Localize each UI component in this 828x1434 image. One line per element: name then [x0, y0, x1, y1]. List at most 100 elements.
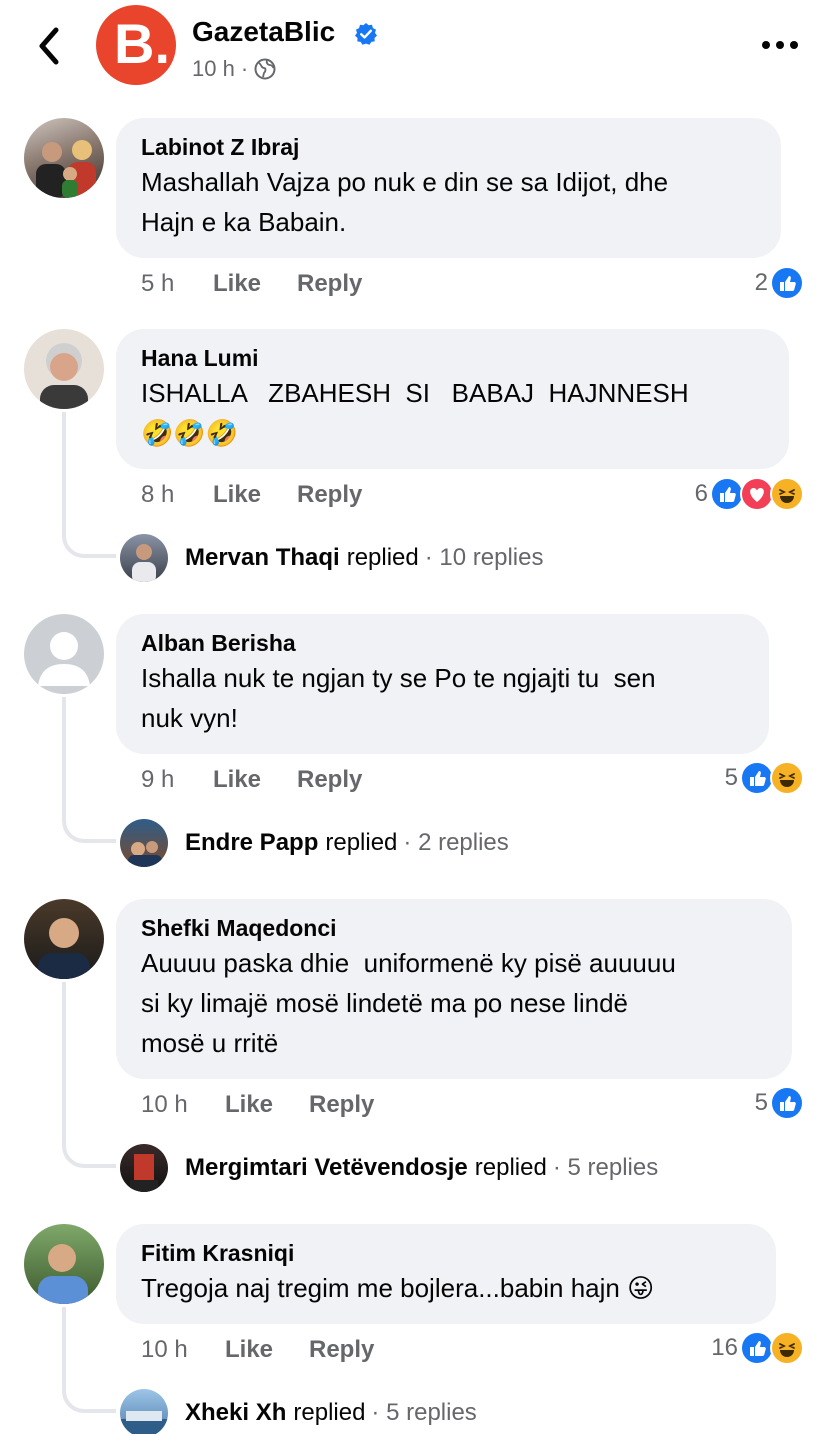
comment-time: 8 h [141, 481, 175, 508]
like-icon [770, 1086, 804, 1120]
meta-separator: · [240, 56, 249, 81]
reply-button[interactable]: Reply [297, 479, 362, 511]
reaction-count: 2 [754, 269, 768, 296]
reply-count: · 5 replies [552, 1154, 659, 1181]
like-button[interactable]: Like [213, 764, 261, 796]
replied-label: replied [474, 1154, 547, 1181]
like-button[interactable]: Like [213, 268, 261, 300]
comment-text-line: Tregoja naj tregim me bojlera...babin ha… [141, 1273, 655, 1303]
comment-bubble[interactable]: Shefki Maqedonci Auuuu paska dhie unifor… [116, 899, 792, 1079]
comment-text-line: Auuuu paska dhie uniformenë ky pisë auuu… [141, 948, 676, 978]
page-logo[interactable]: B. [96, 5, 176, 85]
comment-bubble[interactable]: Hana Lumi ISHALLA ZBAHESH SI BABAJ HAJNN… [116, 329, 789, 469]
comment-author[interactable]: Shefki Maqedonci [141, 913, 768, 943]
view-replies-link[interactable]: Mervan Thaqi replied · 10 replies [120, 534, 543, 582]
reaction-summary[interactable]: 5 [755, 1086, 804, 1120]
comment-author[interactable]: Hana Lumi [141, 343, 765, 373]
globe-icon [254, 58, 276, 80]
dot-icon [762, 41, 770, 49]
reply-button[interactable]: Reply [297, 764, 362, 796]
dot-icon [790, 41, 798, 49]
comment-text-line: mosë u rritë [141, 1028, 279, 1058]
reply-button[interactable]: Reply [309, 1089, 374, 1121]
comment-text-line: si ky limajë mosë lindetë ma po nese lin… [141, 988, 629, 1018]
like-button[interactable]: Like [225, 1334, 273, 1366]
comment-time: 5 h [141, 270, 175, 297]
replied-label: replied [325, 829, 398, 856]
comment-actions: 10 h Like Reply [141, 1334, 441, 1366]
avatar[interactable] [24, 329, 104, 409]
reply-button[interactable]: Reply [297, 268, 362, 300]
reply-author: Xheki Xh [185, 1399, 287, 1426]
thread-connector [62, 982, 116, 1168]
haha-icon [770, 477, 804, 511]
comment-bubble[interactable]: Alban Berisha Ishalla nuk te ngjan ty se… [116, 614, 769, 754]
avatar-image [40, 343, 88, 409]
reply-avatar [120, 819, 168, 867]
love-icon [740, 477, 774, 511]
reply-button[interactable]: Reply [309, 1334, 374, 1366]
haha-icon [770, 761, 804, 795]
comment-author[interactable]: Fitim Krasniqi [141, 1238, 752, 1268]
comment-text-line: nuk vyn! [141, 703, 238, 733]
like-icon [710, 477, 744, 511]
view-replies-link[interactable]: Mergimtari Vetëvendosje replied · 5 repl… [120, 1144, 658, 1192]
comment-time: 10 h [141, 1091, 188, 1118]
comment-actions: 9 h Like Reply [141, 764, 441, 796]
replied-label: replied [346, 544, 419, 571]
comment-time: 10 h [141, 1336, 188, 1363]
avatar-image [38, 918, 90, 979]
reply-count: · 5 replies [371, 1399, 477, 1426]
avatar[interactable] [24, 118, 104, 198]
post-time: 10 h [192, 56, 235, 81]
post-meta: 10 h · [192, 56, 276, 82]
view-replies-link[interactable]: Endre Papp replied · 2 replies [120, 819, 509, 867]
comment-actions: 10 h Like Reply [141, 1089, 441, 1121]
dot-icon [776, 41, 784, 49]
more-options-button[interactable] [762, 38, 802, 52]
comment-text-line: 🤣🤣🤣 [141, 418, 239, 448]
comment-author[interactable]: Alban Berisha [141, 628, 745, 658]
back-button[interactable] [32, 24, 72, 68]
comment-bubble[interactable]: Fitim Krasniqi Tregoja naj tregim me boj… [116, 1224, 776, 1324]
reply-author: Endre Papp [185, 829, 319, 856]
thread-connector [62, 1307, 116, 1413]
replied-label: replied [293, 1399, 366, 1426]
avatar-image [38, 1244, 88, 1304]
comment-author[interactable]: Labinot Z Ibraj [141, 132, 757, 162]
avatar-image [36, 140, 96, 198]
reaction-count: 5 [754, 1089, 768, 1116]
like-icon [740, 761, 774, 795]
default-profile-icon [38, 632, 90, 686]
reaction-count: 5 [724, 764, 738, 791]
reply-avatar [120, 1389, 168, 1434]
like-button[interactable]: Like [225, 1089, 273, 1121]
reaction-summary[interactable]: 5 [725, 761, 804, 795]
comment-bubble[interactable]: Labinot Z Ibraj Mashallah Vajza po nuk e… [116, 118, 781, 258]
reaction-count: 16 [711, 1334, 738, 1361]
view-replies-link[interactable]: Xheki Xh replied · 5 replies [120, 1389, 477, 1434]
thread-connector [62, 412, 116, 558]
comment-actions: 5 h Like Reply [141, 268, 441, 300]
reaction-summary[interactable]: 6 [695, 477, 804, 511]
reply-avatar [120, 534, 168, 582]
chevron-left-icon [39, 27, 59, 65]
like-button[interactable]: Like [213, 479, 261, 511]
comment-time: 9 h [141, 766, 175, 793]
verified-badge-icon [355, 23, 377, 45]
reaction-summary[interactable]: 2 [755, 266, 804, 300]
reply-avatar [120, 1144, 168, 1192]
post-header: B. GazetaBlic 10 h · [0, 0, 828, 100]
comment-text-line: Ishalla nuk te ngjan ty se Po te ngjajti… [141, 663, 656, 693]
reply-count: · 2 replies [403, 829, 509, 856]
page-name[interactable]: GazetaBlic [192, 14, 335, 50]
haha-icon [770, 1331, 804, 1365]
like-icon [770, 266, 804, 300]
thread-connector [62, 697, 116, 843]
reaction-count: 6 [694, 480, 708, 507]
reaction-summary[interactable]: 16 [711, 1331, 804, 1365]
avatar[interactable] [24, 899, 104, 979]
comment-text-line: Hajn e ka Babain. [141, 207, 347, 237]
avatar[interactable] [24, 614, 104, 694]
avatar[interactable] [24, 1224, 104, 1304]
